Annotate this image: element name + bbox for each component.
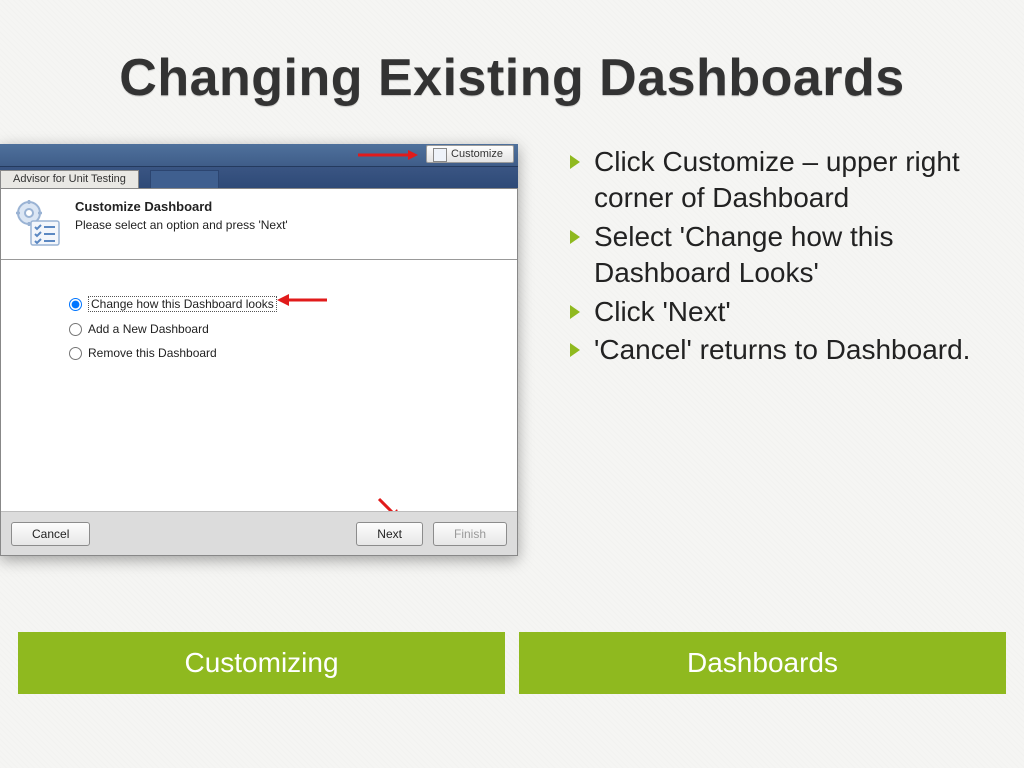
radio-add-new-input[interactable]: [69, 323, 82, 336]
bullet-3: Click 'Next': [566, 294, 994, 330]
finish-button: Finish: [433, 522, 507, 546]
tab-bar: Advisor for Unit Testing: [0, 166, 518, 188]
customize-button[interactable]: Customize: [426, 145, 514, 163]
slide-title: Changing Existing Dashboards: [0, 0, 1024, 108]
bullet-4: 'Cancel' returns to Dashboard.: [566, 332, 994, 368]
content-row: Customize Advisor for Unit Testing: [0, 144, 1024, 556]
dialog-footer: Cancel Next Finish: [1, 511, 517, 555]
tab-inactive[interactable]: [150, 170, 219, 188]
radio-remove[interactable]: Remove this Dashboard: [69, 346, 497, 360]
bullet-2: Select 'Change how this Dashboard Looks': [566, 219, 994, 292]
app-toolbar: Customize: [0, 144, 518, 166]
customize-dialog: Customize Dashboard Please select an opt…: [0, 188, 518, 556]
dialog-subtitle: Please select an option and press 'Next': [75, 218, 288, 232]
instructions-column: Click Customize – upper right corner of …: [540, 144, 1024, 556]
cancel-button[interactable]: Cancel: [11, 522, 90, 546]
radio-add-new-label: Add a New Dashboard: [88, 322, 209, 336]
gear-checklist-icon: [13, 199, 63, 249]
dialog-title: Customize Dashboard: [75, 199, 288, 214]
radio-change-look-label: Change how this Dashboard looks: [88, 296, 277, 312]
embedded-app-window: Customize Advisor for Unit Testing: [0, 144, 518, 556]
dialog-header: Customize Dashboard Please select an opt…: [1, 189, 517, 260]
arrow-annotation-option: [277, 294, 327, 306]
screenshot-column: Customize Advisor for Unit Testing: [0, 144, 540, 556]
footer-bars: Customizing Dashboards: [18, 632, 1006, 694]
radio-add-new[interactable]: Add a New Dashboard: [69, 322, 497, 336]
instruction-list: Click Customize – upper right corner of …: [566, 144, 994, 368]
radio-change-look-input[interactable]: [69, 298, 82, 311]
radio-remove-label: Remove this Dashboard: [88, 346, 217, 360]
bullet-1: Click Customize – upper right corner of …: [566, 144, 994, 217]
dialog-body: Change how this Dashboard looks Add a Ne…: [1, 260, 517, 500]
footer-bar-left: Customizing: [18, 632, 505, 694]
footer-bar-right: Dashboards: [519, 632, 1006, 694]
tab-active[interactable]: Advisor for Unit Testing: [0, 170, 139, 188]
arrow-annotation-customize: [358, 150, 418, 160]
next-button[interactable]: Next: [356, 522, 423, 546]
radio-remove-input[interactable]: [69, 347, 82, 360]
